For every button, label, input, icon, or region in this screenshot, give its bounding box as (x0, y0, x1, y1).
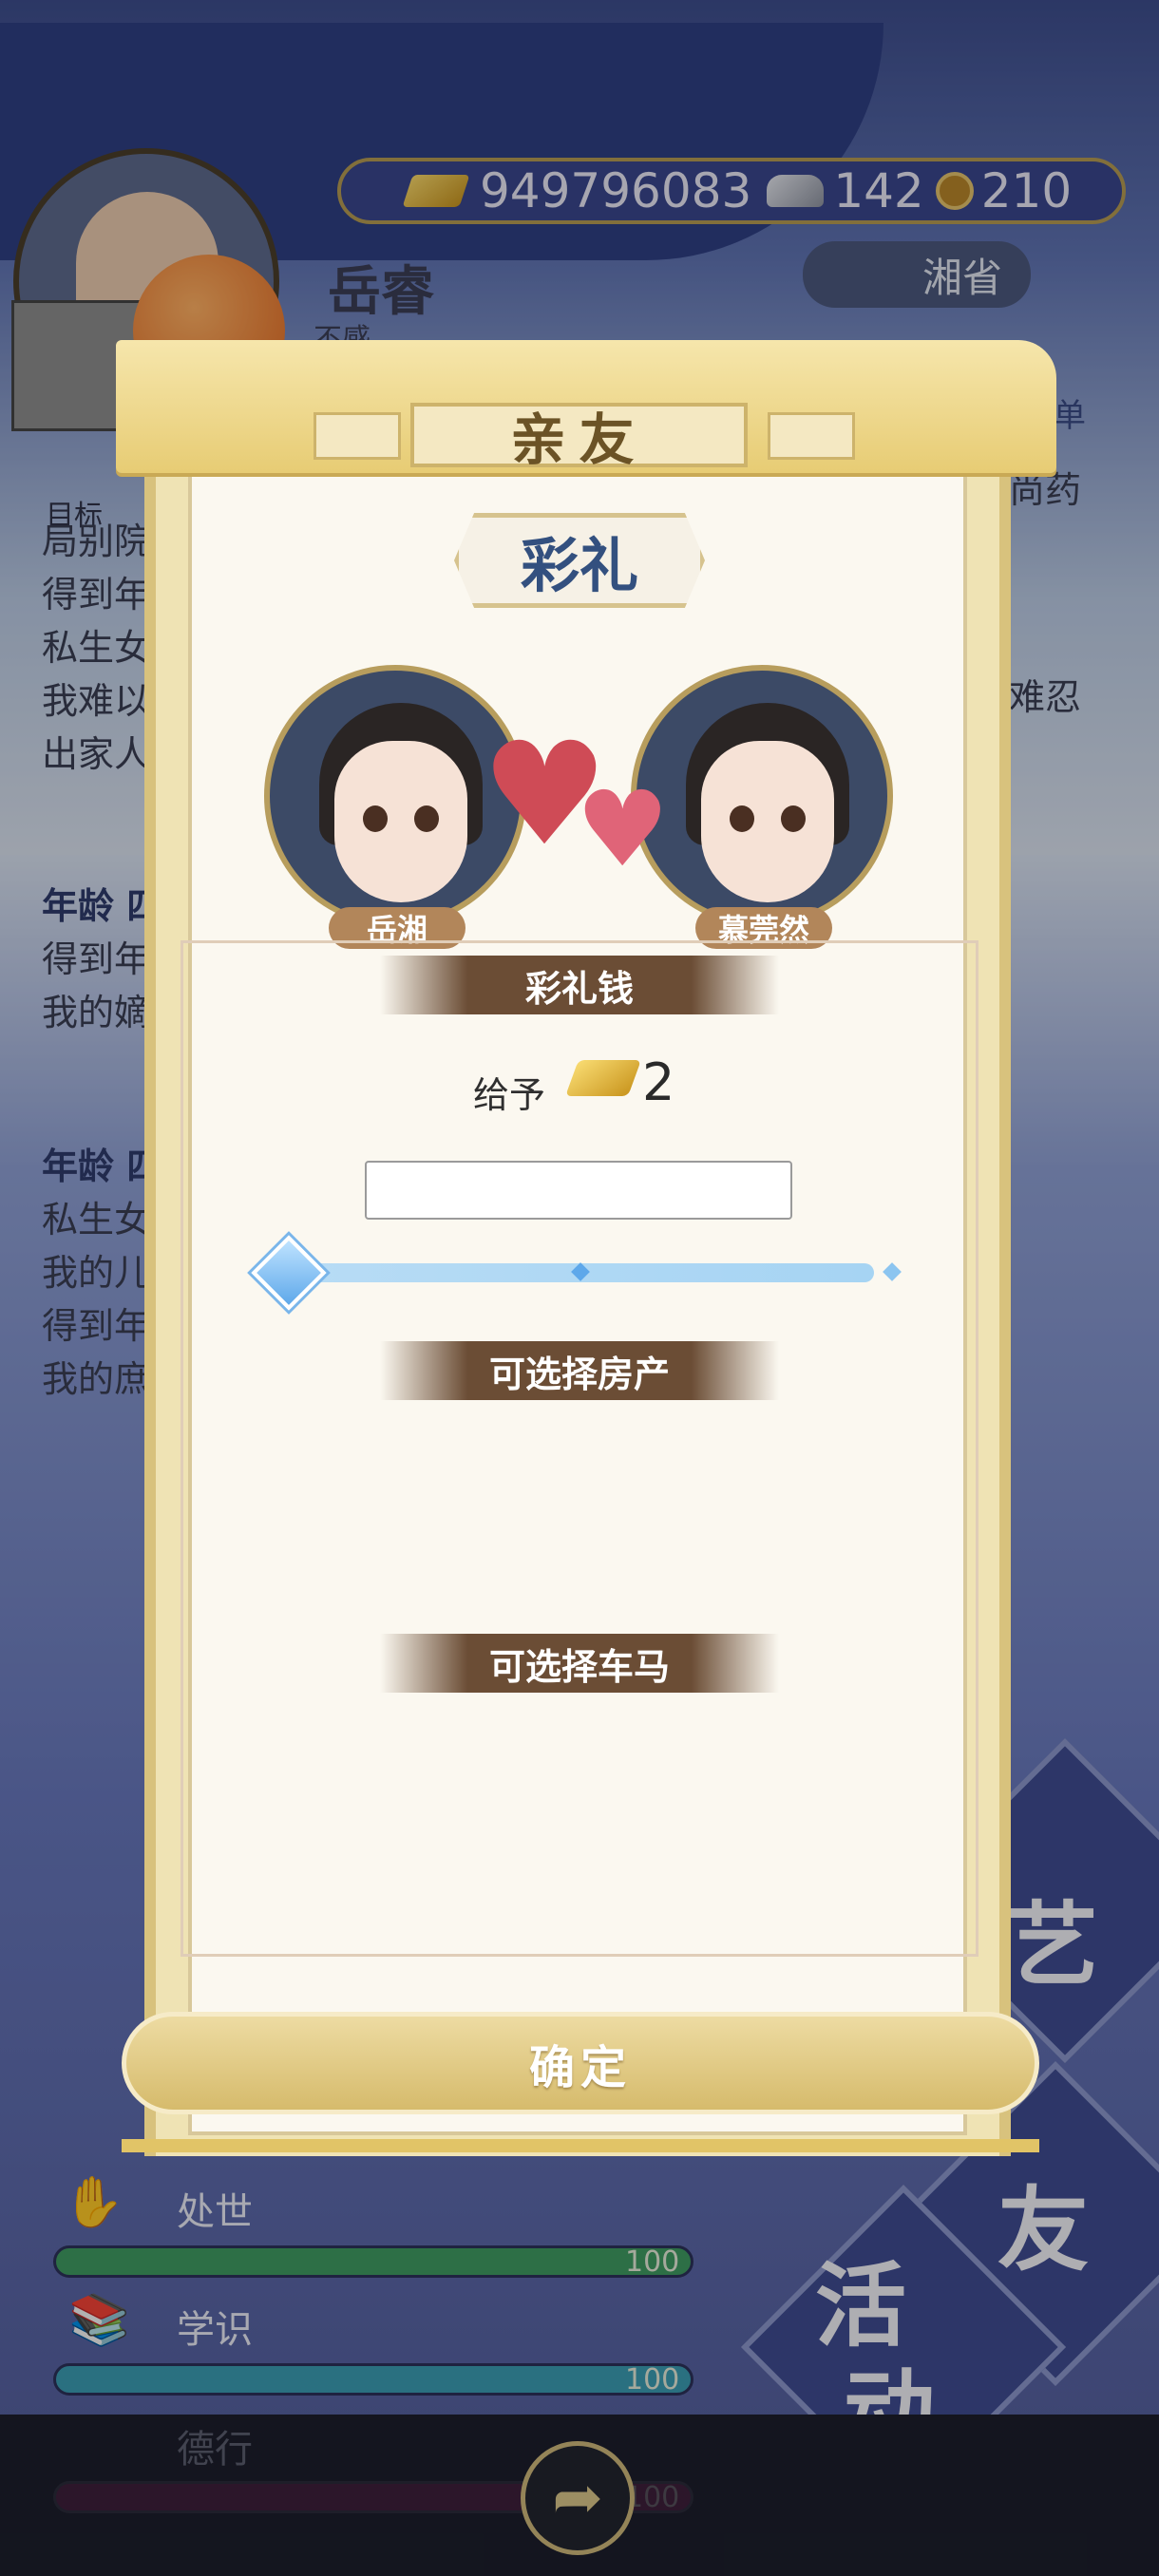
give-label: 给予 (473, 1074, 546, 1116)
section-property-label: 可选择房产 (488, 1353, 670, 1395)
dialog-header-title: 亲友 (410, 403, 748, 472)
dialog-title: 彩礼 (454, 513, 705, 608)
amount-input[interactable] (365, 1161, 792, 1220)
gold-ingot-icon (565, 1060, 641, 1096)
dialog-header-text: 亲友 (510, 407, 648, 472)
heart-small-icon: ♥ (576, 768, 670, 890)
face (334, 741, 467, 902)
header-ornament-left (314, 412, 401, 460)
header-ornament-right (768, 412, 855, 460)
section-property: 可选择房产 (380, 1341, 779, 1400)
section-vehicle-label: 可选择车马 (488, 1645, 670, 1688)
section-money-label: 彩礼钱 (524, 967, 634, 1010)
confirm-label: 确定 (528, 2041, 632, 2094)
portrait-right (631, 665, 893, 927)
face (701, 741, 834, 902)
dialog-title-text: 彩礼 (520, 531, 638, 600)
give-value: 2 (642, 1052, 675, 1112)
confirm-button[interactable]: 确定 (122, 2012, 1039, 2114)
section-money: 彩礼钱 (380, 956, 779, 1014)
eye (414, 805, 439, 832)
scroll-bottom-rod (122, 2139, 1039, 2152)
eye (781, 805, 806, 832)
eye (363, 805, 388, 832)
eye (730, 805, 754, 832)
section-vehicle: 可选择车马 (380, 1634, 779, 1693)
